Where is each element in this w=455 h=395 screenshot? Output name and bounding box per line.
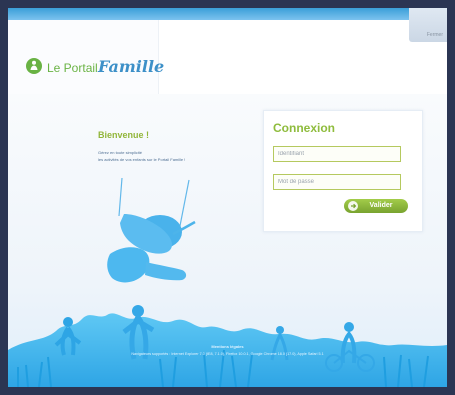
welcome-line: les activités de vos enfants sur le Port… xyxy=(98,157,186,162)
username-input[interactable] xyxy=(273,146,401,162)
header: Le Portail Famille xyxy=(8,20,164,95)
logo-text: Le Portail xyxy=(47,61,98,75)
portal-page: Fermer Le Portail Famille Bienvenue ! Gé… xyxy=(8,8,447,387)
validate-label: Valider xyxy=(369,202,393,209)
logo[interactable]: Le Portail Famille xyxy=(26,56,166,80)
login-panel: Connexion Valider xyxy=(263,110,423,232)
logo-famille-text: Famille xyxy=(98,57,165,76)
login-title: Connexion xyxy=(273,121,335,135)
close-link[interactable]: Fermer xyxy=(427,32,443,38)
password-input[interactable] xyxy=(273,174,401,190)
welcome-line: Gérez en toute simplicité xyxy=(98,150,143,155)
screenshot-frame: Fermer Le Portail Famille Bienvenue ! Gé… xyxy=(0,0,455,395)
logo-person-icon xyxy=(26,58,42,74)
footer-legal-link[interactable]: Mentions légales xyxy=(8,344,447,349)
welcome-title: Bienvenue ! xyxy=(98,130,150,140)
supported-browsers-note: Navigateurs supportés : Internet Explore… xyxy=(131,352,324,356)
arrow-right-icon xyxy=(348,201,358,211)
top-banner xyxy=(8,8,447,20)
child-swing-illustration xyxy=(107,178,196,283)
playground-silhouette xyxy=(8,305,447,387)
validate-button[interactable]: Valider xyxy=(344,199,408,213)
